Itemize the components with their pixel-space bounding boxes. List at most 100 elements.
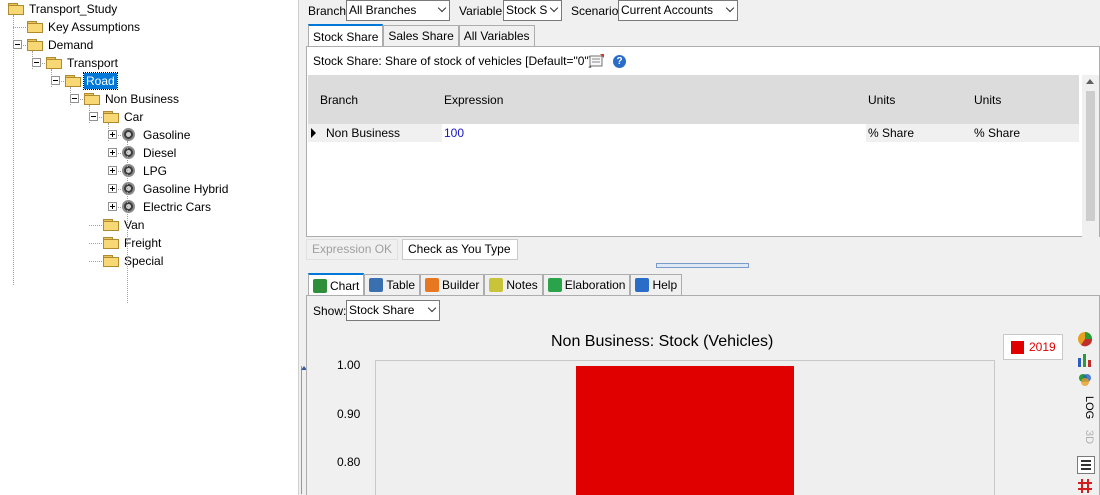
check-as-you-type-button[interactable]: Check as You Type [402,239,518,260]
tree-node-label[interactable]: Road [83,72,118,90]
tree-connector [89,243,102,244]
branch-tree[interactable]: Transport_Study Key Assumptions Demand Tran… [0,0,298,495]
tab-table[interactable]: Table [364,274,421,295]
header-units[interactable]: Units [868,93,895,107]
tree-node[interactable]: Road [0,72,298,90]
variable-select[interactable]: Stock S [503,0,562,21]
tree-node-label[interactable]: Non Business [103,91,181,107]
tab-stock-share[interactable]: Stock Share [308,24,384,47]
legend-swatch [1011,341,1024,354]
tree-node[interactable]: Demand [0,36,298,54]
tree-node-label[interactable]: Car [122,109,145,125]
horizontal-splitter[interactable] [306,262,1100,270]
tree-node[interactable]: Transport_Study [0,0,298,18]
collapse-icon[interactable] [89,112,98,121]
edit-note-icon[interactable] [589,53,605,67]
tree-node-label[interactable]: Special [122,253,165,269]
tree-node-label[interactable]: Transport_Study [27,1,119,17]
header-branch[interactable]: Branch [320,93,358,107]
help-icon[interactable]: ? [613,55,626,68]
tree-node-label[interactable]: Electric Cars [141,199,213,215]
splitter-grip[interactable] [656,263,749,268]
show-select[interactable]: Stock Share [346,300,440,321]
table-row[interactable]: Non Business 100 % Share % Share [308,124,1079,142]
legend-toggle-icon[interactable] [1077,456,1095,474]
tree-guide [51,69,52,87]
builder-icon [425,278,440,292]
scenario-label: Scenario: [571,4,622,18]
tree-node-label[interactable]: Freight [122,235,163,251]
tree-node-label[interactable]: Transport [65,55,120,71]
tree-node[interactable]: Transport [0,54,298,72]
scenario-select[interactable]: Current Accounts [618,0,738,21]
tab-chart[interactable]: Chart [308,273,365,296]
tab-all-variables[interactable]: All Variables [458,25,535,46]
tree-node[interactable]: Gasoline [0,126,298,144]
variable-select-value: Stock S [506,3,548,17]
tree-node-label[interactable]: Diesel [141,145,178,161]
legend-label: 2019 [1029,340,1056,354]
tab-builder[interactable]: Builder [420,274,485,295]
tree-node[interactable]: Van [0,216,298,234]
tree-connector [13,27,26,28]
tree-node[interactable]: Gasoline Hybrid [0,180,298,198]
tree-node-label[interactable]: LPG [141,163,169,179]
area-chart-icon[interactable] [1077,372,1095,388]
tree-node[interactable]: LPG [0,162,298,180]
row-branch[interactable]: Non Business [326,126,400,140]
notes-icon [489,278,504,292]
expression-cell[interactable]: 100 [442,124,866,142]
branch-select[interactable]: All Branches [346,0,450,21]
tree-node[interactable]: Non Business [0,90,298,108]
tab-help[interactable]: Help [630,274,683,295]
scroll-thumb[interactable] [1086,91,1095,221]
expand-icon[interactable] [108,166,117,175]
tree-node-label[interactable]: Demand [46,37,95,53]
chevron-down-icon [549,3,559,13]
grid-header: Branch Expression Units Units [308,75,1079,124]
tree-node[interactable]: Car [0,108,298,126]
collapse-icon[interactable] [13,40,22,49]
tree-node-label[interactable]: Key Assumptions [46,19,142,35]
row-units[interactable]: % Share [868,126,914,140]
header-expression[interactable]: Expression [444,93,503,107]
expand-icon[interactable] [108,130,117,139]
grid-toggle-icon[interactable] [1077,478,1095,494]
row-units-2[interactable]: % Share [974,126,1020,140]
expand-icon[interactable] [108,202,117,211]
expand-icon[interactable] [108,184,117,193]
chevron-down-icon [725,3,735,13]
chart-legend[interactable]: 2019 [1003,334,1063,360]
header-units-2[interactable]: Units [974,93,1001,107]
expand-icon[interactable] [108,148,117,157]
tree-connector [89,225,102,226]
bar-chart-icon[interactable] [1077,352,1095,368]
vertical-splitter[interactable] [298,0,307,495]
tree-node[interactable]: Electric Cars [0,198,298,216]
log-scale-toggle[interactable]: LOG [1077,396,1095,420]
pie-chart-icon[interactable] [1077,331,1095,347]
collapse-icon[interactable] [32,58,41,67]
tab-sales-share[interactable]: Sales Share [383,25,459,46]
splitter-grip[interactable] [301,366,307,494]
tree-node[interactable]: Freight [0,234,298,252]
tree-node-label[interactable]: Gasoline [141,127,192,143]
bar-non-business-2019[interactable] [576,366,794,495]
scenario-select-value: Current Accounts [621,3,714,17]
tree-node-label[interactable]: Van [122,217,146,233]
variable-tabs: Stock Share Sales Share All Variables [308,24,535,48]
tree-node-label[interactable]: Gasoline Hybrid [141,181,230,197]
collapse-icon[interactable] [51,76,60,85]
tab-notes[interactable]: Notes [484,274,543,295]
tab-label: Table [386,278,416,292]
tree-node[interactable]: Special [0,252,298,270]
scroll-up-icon[interactable] [1086,79,1094,84]
tree-node[interactable]: Key Assumptions [0,18,298,36]
tree-guide [108,123,109,141]
3d-toggle[interactable]: 3D [1077,428,1095,446]
grid-scrollbar[interactable] [1082,75,1099,237]
folder-icon [8,3,24,15]
collapse-icon[interactable] [70,94,79,103]
tree-node[interactable]: Diesel [0,144,298,162]
tab-elaboration[interactable]: Elaboration [542,274,631,295]
